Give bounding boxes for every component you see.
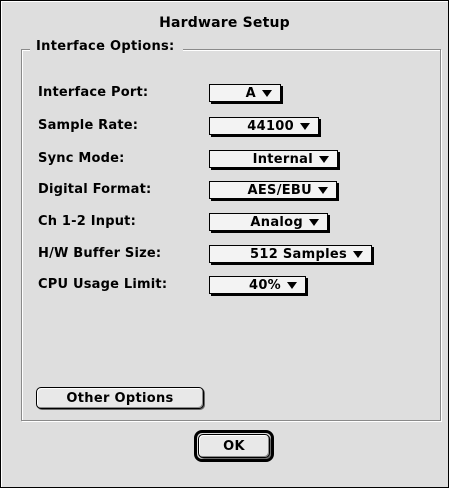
triangle-down-icon: [318, 186, 328, 194]
digital-format-label: Digital Format:: [38, 182, 152, 197]
cpu-usage-limit-label: CPU Usage Limit:: [38, 277, 168, 292]
triangle-down-icon: [287, 281, 297, 289]
cpu-usage-limit-popup[interactable]: 40%: [209, 276, 306, 294]
sample-rate-popup[interactable]: 44100: [209, 117, 319, 135]
interface-options-label: Interface Options:: [30, 39, 183, 54]
hardware-setup-dialog: Hardware Setup Interface Options: Interf…: [0, 0, 449, 488]
hw-buffer-size-label: H/W Buffer Size:: [38, 246, 162, 261]
ch12-input-label: Ch 1-2 Input:: [38, 214, 136, 229]
dialog-title: Hardware Setup: [159, 15, 290, 31]
cpu-usage-limit-value: 40%: [248, 277, 281, 293]
sample-rate-value: 44100: [247, 118, 294, 134]
interface-options-group: [21, 49, 441, 421]
other-options-button[interactable]: Other Options: [36, 387, 204, 409]
triangle-down-icon: [262, 89, 272, 97]
interface-port-value: A: [245, 85, 256, 101]
interface-port-label: Interface Port:: [38, 85, 149, 100]
interface-port-popup[interactable]: A: [209, 84, 281, 102]
triangle-down-icon: [300, 122, 310, 130]
hw-buffer-size-value: 512 Samples: [250, 246, 347, 262]
digital-format-popup[interactable]: AES/EBU: [209, 181, 337, 199]
sample-rate-label: Sample Rate:: [38, 118, 139, 133]
sync-mode-value: Internal: [252, 151, 313, 167]
triangle-down-icon: [353, 250, 363, 258]
sync-mode-label: Sync Mode:: [38, 151, 125, 166]
ch12-input-popup[interactable]: Analog: [209, 213, 328, 231]
sync-mode-popup[interactable]: Internal: [209, 150, 338, 168]
ch12-input-value: Analog: [250, 214, 303, 230]
digital-format-value: AES/EBU: [247, 182, 312, 198]
ok-button[interactable]: OK: [198, 434, 270, 458]
triangle-down-icon: [309, 218, 319, 226]
hw-buffer-size-popup[interactable]: 512 Samples: [209, 245, 372, 263]
triangle-down-icon: [319, 155, 329, 163]
